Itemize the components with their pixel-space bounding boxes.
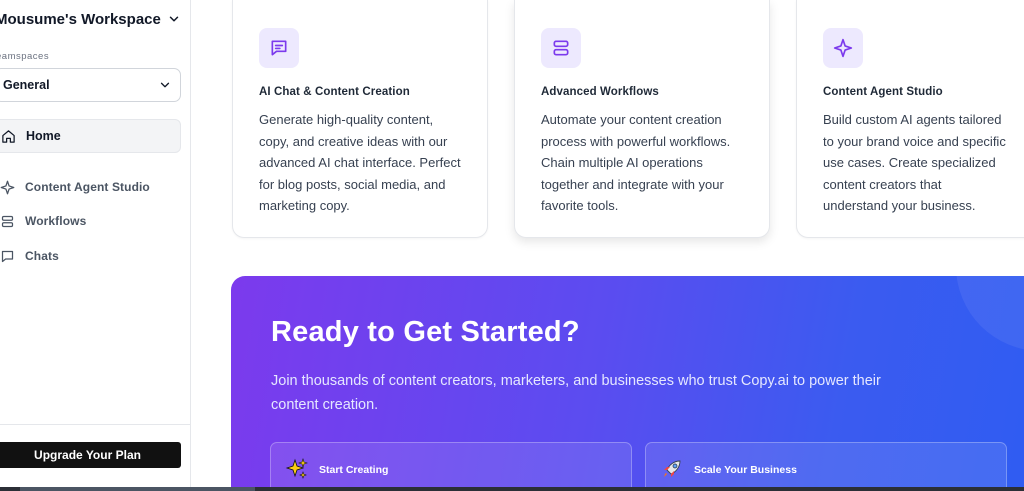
teamspace-value: General <box>3 78 50 92</box>
feature-card-agent-studio[interactable]: Content Agent Studio Build custom AI age… <box>796 0 1024 238</box>
chat-icon <box>271 40 287 56</box>
workspace-title: Mousume's Workspace <box>0 10 161 28</box>
rocket-icon <box>664 460 681 477</box>
feature-title: Content Agent Studio <box>823 86 943 98</box>
cta-banner: Ready to Get Started? Join thousands of … <box>231 276 1024 491</box>
sidebar-item-label: Chats <box>25 249 59 263</box>
scale-business-label: Scale Your Business <box>694 464 797 476</box>
feature-icon-wrap <box>823 28 863 68</box>
chevron-down-icon <box>169 16 179 22</box>
sparkle-icon <box>0 180 15 194</box>
home-icon <box>2 129 15 143</box>
feature-description: Build custom AI agents tailored to your … <box>823 112 1006 213</box>
feature-card-workflows[interactable]: Advanced Workflows Automate your content… <box>514 0 770 238</box>
feature-icon-wrap <box>541 28 581 68</box>
scale-business-button[interactable]: Scale Your Business <box>645 442 1007 491</box>
scrollbar-thumb[interactable] <box>20 487 255 491</box>
upgrade-plan-button[interactable]: Upgrade Your Plan <box>0 442 181 468</box>
sidebar-item-workflows[interactable]: Workflows <box>0 210 185 232</box>
feature-title: AI Chat & Content Creation <box>259 86 410 98</box>
start-creating-button[interactable]: Start Creating <box>270 442 632 491</box>
sidebar-item-label: Workflows <box>25 214 87 228</box>
start-creating-label: Start Creating <box>319 464 389 476</box>
feature-description: Generate high-quality content, copy, and… <box>259 112 461 213</box>
sidebar: Mousume's Workspace eamspaces General Ho… <box>0 0 191 491</box>
decorative-circle <box>956 276 1024 351</box>
cta-subtitle: Join thousands of content creators, mark… <box>271 373 881 413</box>
workflow-icon <box>553 40 569 56</box>
sparkles-emoji-icon <box>285 458 308 479</box>
cta-title: Ready to Get Started? <box>271 316 580 348</box>
sidebar-item-label: Home <box>26 129 61 143</box>
feature-description: Automate your content creation process w… <box>541 112 731 213</box>
feature-icon-wrap <box>259 28 299 68</box>
teamspaces-label: eamspaces <box>0 51 50 62</box>
feature-title: Advanced Workflows <box>541 86 659 98</box>
sidebar-item-home[interactable]: Home <box>0 119 181 153</box>
feature-card-ai-chat[interactable]: AI Chat & Content Creation Generate high… <box>232 0 488 238</box>
sidebar-item-chats[interactable]: Chats <box>0 245 185 267</box>
sidebar-item-label: Content Agent Studio <box>25 180 150 194</box>
chevron-down-icon <box>160 82 170 88</box>
sidebar-divider <box>0 424 191 425</box>
workspace-switcher[interactable]: Mousume's Workspace <box>0 9 185 29</box>
teamspace-select[interactable]: General <box>0 68 181 102</box>
workflow-icon <box>1 215 14 227</box>
sidebar-item-content-agent-studio[interactable]: Content Agent Studio <box>0 176 185 198</box>
horizontal-scrollbar[interactable] <box>0 487 1024 491</box>
sparkle-icon <box>833 38 853 58</box>
chat-icon <box>1 250 14 262</box>
